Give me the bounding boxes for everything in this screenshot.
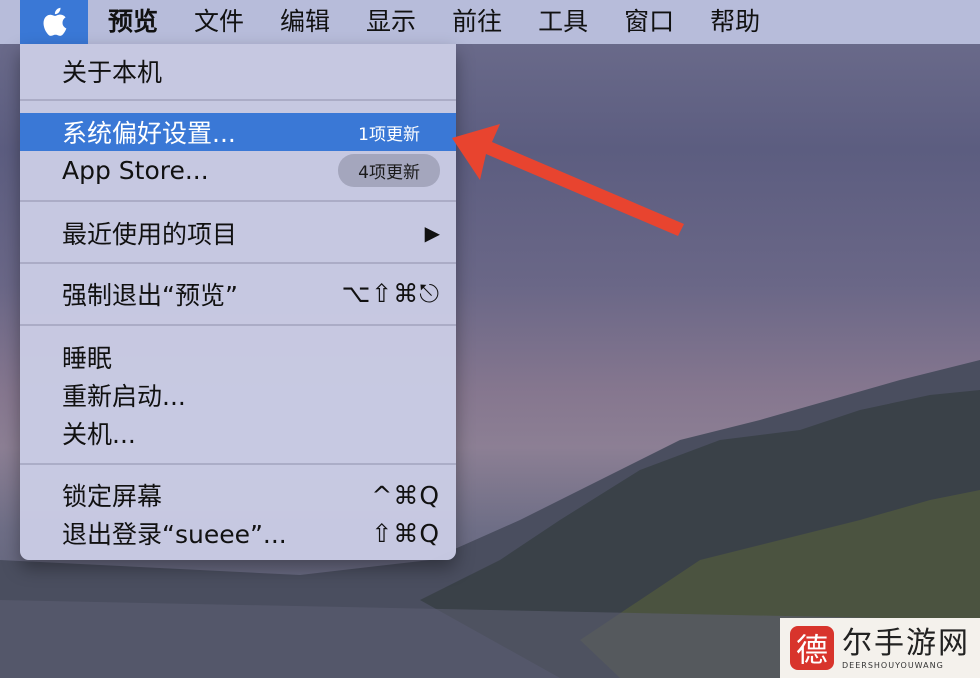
watermark-subtitle: DEERSHOUYOUWANG — [842, 660, 944, 670]
annotation-arrow-icon — [452, 124, 684, 236]
watermark: 德 尔手游网 DEERSHOUYOUWANG — [780, 618, 980, 678]
watermark-logo: 德 — [790, 626, 834, 670]
watermark-text: 尔手游网 DEERSHOUYOUWANG — [842, 625, 970, 670]
watermark-title: 尔手游网 — [842, 625, 970, 661]
